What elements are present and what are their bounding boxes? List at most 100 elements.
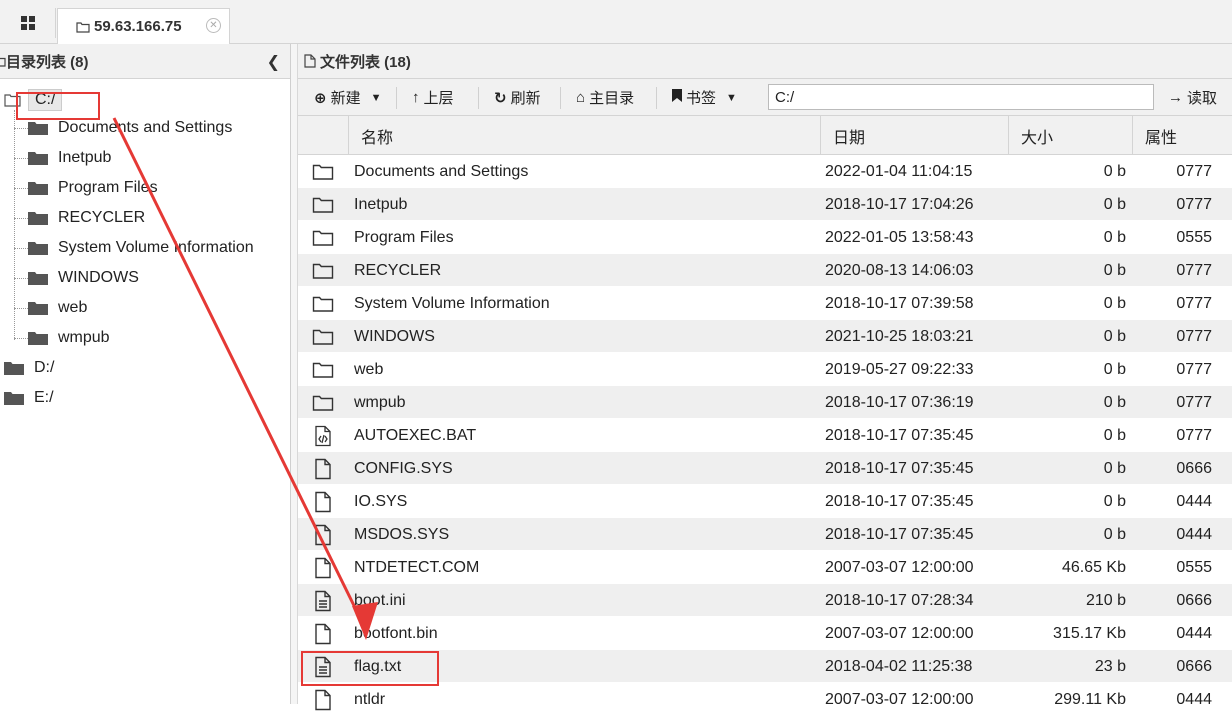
tree-guide (14, 308, 28, 309)
file-row[interactable]: Inetpub 2018-10-17 17:04:26 0 b 0777 (298, 188, 1232, 221)
file-attr: 0777 (1176, 294, 1212, 312)
tree-guide (14, 128, 28, 129)
tree-item-label: E:/ (34, 389, 54, 406)
file-row[interactable]: WINDOWS 2021-10-25 18:03:21 0 b 0777 (298, 320, 1232, 353)
column-name[interactable]: 名称 (348, 116, 820, 155)
tree-item-label: Inetpub (58, 149, 112, 166)
file-name: AUTOEXEC.BAT (354, 426, 477, 444)
file-attr: 0555 (1176, 228, 1212, 246)
refresh-icon: ↻ (494, 89, 507, 107)
file-row[interactable]: IO.SYS 2018-10-17 07:35:45 0 b 0444 (298, 485, 1232, 518)
caret-down-icon: ▼ (370, 91, 382, 104)
file-row[interactable]: RECYCLER 2020-08-13 14:06:03 0 b 0777 (298, 254, 1232, 287)
close-tab-icon[interactable]: ✕ (206, 18, 221, 33)
file-name: NTDETECT.COM (354, 558, 480, 576)
plus-circle-icon: ⊕ (314, 89, 327, 107)
tree-item-drive[interactable]: E:/ (4, 386, 54, 410)
arrow-right-icon: → (1168, 89, 1183, 106)
tree-item[interactable]: Inetpub (28, 146, 111, 170)
file-row[interactable]: NTDETECT.COM 2007-03-07 12:00:00 46.65 Kb 0… (298, 551, 1232, 584)
file-size: 0 b (1103, 261, 1126, 279)
file-row[interactable]: bootfont.bin 2007-03-07 12:00:00 315.17 Kb… (298, 617, 1232, 650)
column-date[interactable]: 日期 (820, 116, 1008, 155)
file-row[interactable]: Program Files 2022-01-05 13:58:43 0 b 0555 (298, 221, 1232, 254)
file-date: 2018-10-17 07:39:58 (825, 294, 974, 312)
tree-item-label: Documents and Settings (58, 119, 233, 136)
column-size[interactable]: 大小 (1008, 116, 1132, 155)
file-size: 299.11 Kb (1054, 690, 1126, 708)
file-date: 2021-10-25 18:03:21 (825, 327, 974, 345)
file-date: 2018-10-17 07:35:45 (825, 525, 974, 543)
home-button[interactable]: ⌂ 主目录 (576, 79, 634, 116)
tree-item-drive[interactable]: D:/ (4, 356, 54, 380)
bookmark-label: 书签 (686, 90, 717, 107)
file-date: 2018-10-17 07:35:45 (825, 492, 974, 510)
file-row[interactable]: Documents and Settings 2022-01-04 11:04:1… (298, 155, 1232, 188)
panel-splitter[interactable] (291, 44, 298, 704)
collapse-panel-icon[interactable]: ❮ (267, 52, 280, 72)
file-size: 0 b (1103, 294, 1126, 312)
read-button[interactable]: → 读取 (1168, 79, 1217, 116)
file-icon (298, 683, 348, 716)
file-icon (298, 617, 348, 650)
tree-item-label: WINDOWS (58, 269, 139, 286)
annotation-box-flag (301, 651, 439, 686)
up-button[interactable]: ↑ 上层 (412, 79, 454, 116)
code-file-icon (298, 419, 348, 452)
file-date: 2020-08-13 14:06:03 (825, 261, 974, 279)
file-date: 2018-10-17 07:36:19 (825, 393, 974, 411)
file-attr: 0777 (1176, 360, 1212, 378)
file-grid: 名称 日期 大小 属性 Documents and Settings 2022-0… (298, 116, 1232, 716)
refresh-button[interactable]: ↻ 刷新 (494, 79, 541, 116)
file-row[interactable]: CONFIG.SYS 2018-10-17 07:35:45 0 b 0666 (298, 452, 1232, 485)
tree-item[interactable]: wmpub (28, 326, 110, 350)
file-icon (298, 485, 348, 518)
tree-item[interactable]: web (28, 296, 87, 320)
tree-item[interactable]: Program Files (28, 176, 158, 200)
tree-item[interactable]: RECYCLER (28, 206, 145, 230)
folder-icon (28, 211, 48, 225)
tree-item[interactable]: WINDOWS (28, 266, 139, 290)
new-button[interactable]: ⊕ 新建 ▼ (314, 79, 381, 116)
file-date: 2018-04-02 11:25:38 (825, 657, 973, 675)
file-name: Documents and Settings (354, 162, 529, 180)
file-row[interactable]: AUTOEXEC.BAT 2018-10-17 07:35:45 0 b 0777 (298, 419, 1232, 452)
file-row[interactable]: MSDOS.SYS 2018-10-17 07:35:45 0 b 0444 (298, 518, 1232, 551)
file-date: 2018-10-17 17:04:26 (825, 195, 974, 213)
tree-guide (14, 188, 28, 189)
grid-menu-button[interactable] (0, 8, 56, 38)
folder-icon (298, 155, 348, 188)
file-row[interactable]: System Volume Information 2018-10-17 07:3… (298, 287, 1232, 320)
file-name: web (354, 360, 384, 378)
file-date: 2007-03-07 12:00:00 (825, 624, 974, 642)
directory-panel: 目录列表 (8) ❮ C:/ Documents and Settings Ine… (0, 44, 291, 704)
folder-icon (0, 54, 6, 71)
path-input[interactable] (768, 84, 1154, 110)
file-name: MSDOS.SYS (354, 525, 450, 543)
file-date: 2018-10-17 07:35:45 (825, 459, 974, 477)
file-attr: 0444 (1176, 525, 1212, 543)
file-name: wmpub (354, 393, 406, 411)
tree-guide (14, 338, 28, 339)
column-attr[interactable]: 属性 (1132, 116, 1232, 155)
file-row[interactable]: boot.ini 2018-10-17 07:28:34 210 b 0666 (298, 584, 1232, 617)
toolbar-divider (396, 87, 397, 109)
tree-item-label: System Volume Information (58, 239, 254, 256)
tab-host[interactable]: 59.63.166.75 ✕ (57, 8, 230, 44)
directory-panel-title: 目录列表 (8) (6, 53, 89, 71)
file-icon (298, 518, 348, 551)
tree-item[interactable]: System Volume Information (28, 236, 254, 260)
file-attr: 0666 (1176, 459, 1212, 477)
file-attr: 0777 (1176, 261, 1212, 279)
bookmark-button[interactable]: 书签 ▼ (672, 79, 737, 116)
file-row[interactable]: ntldr 2007-03-07 12:00:00 299.11 Kb 0444 (298, 683, 1232, 716)
file-size: 315.17 Kb (1053, 624, 1126, 642)
file-date: 2018-10-17 07:28:34 (825, 591, 974, 609)
annotation-box-root (16, 92, 100, 120)
file-row[interactable]: wmpub 2018-10-17 07:36:19 0 b 0777 (298, 386, 1232, 419)
folder-icon (298, 353, 348, 386)
folder-icon (4, 391, 24, 405)
file-date: 2019-05-27 09:22:33 (825, 360, 974, 378)
text-file-icon (298, 584, 348, 617)
file-row[interactable]: web 2019-05-27 09:22:33 0 b 0777 (298, 353, 1232, 386)
